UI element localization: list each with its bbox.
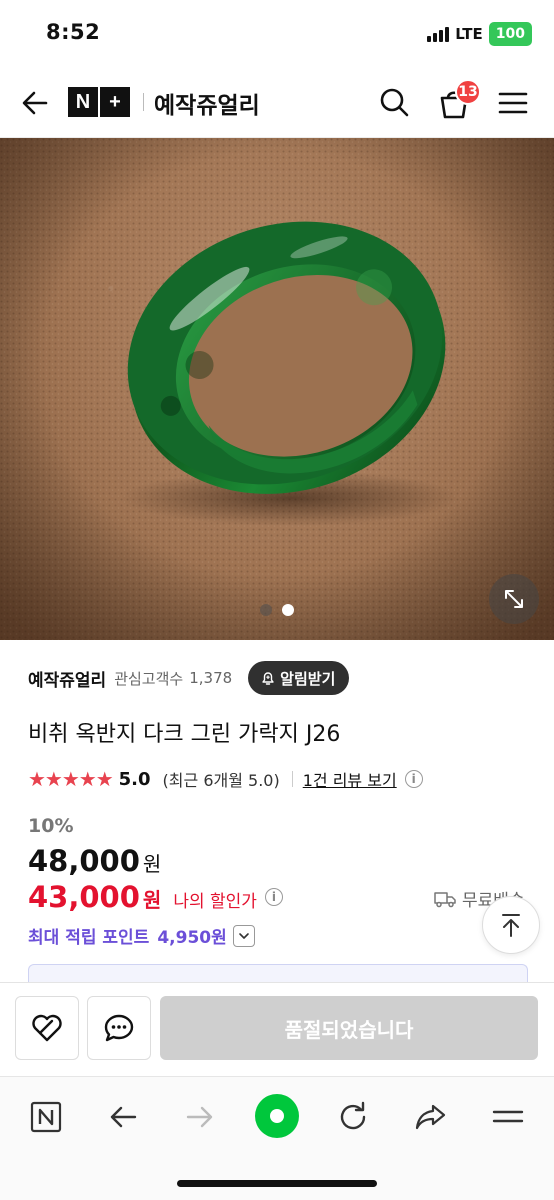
talk-button[interactable]: [87, 996, 151, 1060]
logo-plus: +: [100, 87, 130, 117]
status-indicators: LTE 100: [427, 22, 532, 46]
menu-icon: [492, 1110, 524, 1123]
rating-recent: (최근 6개월 5.0): [162, 771, 280, 790]
refresh-button[interactable]: [333, 1097, 373, 1137]
store-title[interactable]: 예작쥬얼리: [154, 86, 260, 120]
original-price-value: 48,000: [28, 844, 140, 878]
browser-forward-button[interactable]: [180, 1097, 220, 1137]
battery-icon: 100: [488, 22, 532, 46]
browser-menu-button[interactable]: [488, 1097, 528, 1137]
chat-bubble-icon: [104, 1014, 134, 1042]
share-button[interactable]: [410, 1097, 450, 1137]
chevron-down-icon: [238, 932, 249, 939]
pagination-dot[interactable]: [260, 604, 272, 616]
status-bar: 8:52 LTE 100: [0, 0, 554, 66]
menu-icon[interactable]: [496, 86, 530, 120]
product-title: 비취 옥반지 다크 그린 가락지 J26: [28, 722, 341, 747]
rating-row: ★★★★★ 5.0 (최근 6개월 5.0) 1건 리뷰 보기 i: [28, 766, 423, 792]
review-link[interactable]: 1건 리뷰 보기: [303, 767, 397, 791]
cart-count-badge: 13: [455, 79, 481, 105]
truck-icon: [434, 891, 456, 907]
green-dot-button[interactable]: [252, 1091, 302, 1141]
arrow-up-icon: [502, 914, 520, 937]
sale-price-value: 43,000: [28, 880, 140, 914]
soldout-button[interactable]: 품절되었습니다: [160, 996, 538, 1060]
refresh-icon: [340, 1101, 366, 1130]
rating-divider: [291, 771, 293, 787]
wishlist-button[interactable]: [15, 996, 79, 1060]
original-price: 48,000 원: [28, 844, 161, 878]
bell-plus-icon: [262, 672, 274, 685]
points-value: 4,950원: [157, 928, 227, 948]
naver-home-button[interactable]: [26, 1097, 66, 1137]
search-icon[interactable]: [377, 85, 411, 119]
back-arrow-icon: [110, 1106, 137, 1128]
review-info-icon[interactable]: i: [404, 770, 423, 788]
alarm-label: 알림받기: [280, 669, 336, 688]
discount-rate: 10%: [28, 815, 74, 837]
follower-count: 1,378: [189, 669, 233, 687]
header-divider: [143, 93, 144, 111]
store-name[interactable]: 예작쥬얼리: [28, 666, 106, 691]
points-row: 최대 적립 포인트 4,950원: [28, 923, 255, 948]
logo-n: N: [68, 87, 98, 117]
points-expand-button[interactable]: [232, 924, 255, 947]
forward-arrow-icon: [186, 1106, 213, 1128]
status-time: 8:52: [46, 20, 101, 44]
share-icon: [415, 1104, 446, 1130]
naver-n-icon: [30, 1101, 62, 1133]
image-pagination: [0, 604, 554, 616]
signal-icon: [427, 26, 450, 42]
sale-price-unit: 원: [142, 888, 162, 912]
browser-back-button[interactable]: [103, 1097, 143, 1137]
back-arrow-icon[interactable]: [18, 86, 52, 120]
green-dot-icon: [255, 1094, 299, 1138]
sale-price: 43,000 원 나의 할인가 i: [28, 880, 283, 914]
original-price-unit: 원: [142, 852, 162, 876]
product-image[interactable]: [0, 138, 554, 640]
purchase-action-bar: 품절되었습니다: [0, 982, 554, 1076]
my-price-label: 나의 할인가: [173, 892, 257, 912]
rating-score: 5.0: [118, 768, 151, 790]
home-indicator: [177, 1180, 377, 1187]
jade-ring: [120, 221, 460, 526]
scroll-to-top-button[interactable]: [482, 896, 540, 954]
follower-label: 관심고객수: [114, 669, 184, 688]
pagination-dot-active[interactable]: [282, 604, 294, 616]
points-label: 최대 적립 포인트: [28, 928, 150, 948]
naver-plus-logo[interactable]: N +: [68, 87, 130, 117]
rating-stars: ★★★★★: [28, 767, 114, 791]
my-price-info-icon[interactable]: i: [264, 888, 283, 906]
expand-image-button[interactable]: [489, 574, 539, 624]
top-header: N + 예작쥬얼리 13: [0, 66, 554, 138]
heart-icon: [32, 1014, 62, 1042]
alarm-button[interactable]: 알림받기: [248, 661, 350, 695]
network-label: LTE: [455, 25, 483, 43]
store-info-row: 예작쥬얼리 관심고객수 1,378 알림받기: [28, 660, 350, 696]
